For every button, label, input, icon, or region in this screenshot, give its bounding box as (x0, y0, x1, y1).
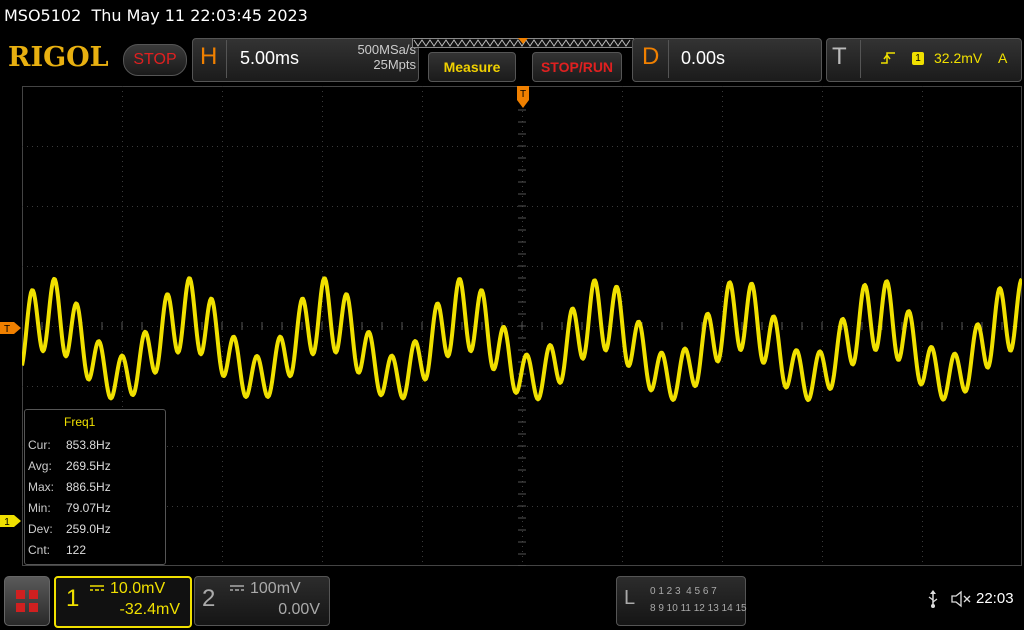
channel2-number: 2 (202, 585, 216, 612)
stat-value: 886.5Hz (66, 480, 111, 494)
rising-edge-icon (881, 52, 895, 64)
trigger-source-badge: 1 (912, 52, 924, 65)
sample-info: 500MSa/s 25Mpts (300, 42, 416, 72)
channel1-scale: 10.0mV (110, 580, 166, 597)
trigger-level-label: T (4, 324, 10, 335)
channel1-offset: -32.4mV (119, 601, 180, 618)
stat-value: 853.8Hz (66, 438, 111, 452)
delay-settings[interactable] (632, 38, 822, 82)
measure-label: Measure (443, 59, 501, 75)
dc-coupling-icon (230, 585, 244, 591)
title-bar: MSO5102 Thu May 11 22:03:45 2023 (0, 0, 1024, 34)
run-state-badge[interactable]: STOP (123, 44, 187, 76)
channel2-scale: 100mV (250, 580, 301, 597)
sample-rate: 500MSa/s (357, 42, 416, 57)
stop-run-button[interactable]: STOP/RUN (532, 52, 622, 82)
horizontal-letter: H (200, 43, 218, 70)
menu-grid-icon (16, 590, 38, 612)
delay-letter: D (642, 43, 660, 70)
trigger-position-marker[interactable]: T (516, 86, 530, 110)
channel1-number: 1 (66, 585, 80, 612)
stat-value: 79.07Hz (66, 501, 111, 515)
stat-value: 259.0Hz (66, 522, 111, 536)
trigger-level-marker[interactable]: T (0, 321, 22, 335)
trigger-mode: A (998, 50, 1008, 66)
stat-label: Cur: (28, 438, 51, 452)
waveform-display[interactable] (22, 86, 1022, 566)
channel1-offset-marker[interactable]: 1 (0, 514, 22, 528)
trigger-letter: T (832, 43, 847, 70)
clock: 22:03 (976, 590, 1014, 607)
divider (860, 40, 861, 78)
main-menu-button[interactable] (4, 576, 50, 626)
logic-analyzer-settings[interactable] (616, 576, 746, 626)
trigger-position-strip (412, 38, 634, 48)
digital-channels-0-7: 0 1 2 3 4 5 6 7 (650, 586, 717, 597)
digital-channels-8-15: 8 9 10 11 12 13 14 15 (650, 603, 747, 614)
divider (226, 40, 227, 78)
trigger-position-label: T (520, 89, 526, 100)
stop-run-label: STOP/RUN (540, 59, 614, 75)
stat-label: Cnt: (28, 543, 51, 557)
divider (668, 40, 669, 78)
logic-analyzer-letter: L (624, 587, 636, 609)
stat-label: Max: (28, 480, 55, 494)
stat-value: 269.5Hz (66, 459, 111, 473)
channel1-marker-label: 1 (4, 517, 10, 528)
title-text: MSO5102 Thu May 11 22:03:45 2023 (4, 6, 308, 25)
stat-label: Avg: (28, 459, 52, 473)
stat-label: Min: (28, 501, 51, 515)
trigger-settings[interactable] (826, 38, 1022, 82)
dc-coupling-icon (90, 585, 104, 591)
channel2-offset: 0.00V (278, 601, 320, 618)
speaker-muted-icon[interactable] (950, 590, 972, 608)
usb-icon (928, 590, 938, 608)
stat-value: 122 (66, 543, 87, 557)
memory-depth: 25Mpts (373, 57, 416, 72)
trigger-level: 32.2mV (934, 50, 983, 66)
timebase-value: 5.00ms (240, 48, 300, 68)
delay-value: 0.00s (681, 48, 726, 68)
run-state-label: STOP (133, 51, 177, 68)
measurement-title: Freq1 (64, 415, 96, 429)
rigol-logo: RIGOL (8, 42, 109, 73)
measure-button[interactable]: Measure (428, 52, 516, 82)
stat-label: Dev: (28, 522, 53, 536)
